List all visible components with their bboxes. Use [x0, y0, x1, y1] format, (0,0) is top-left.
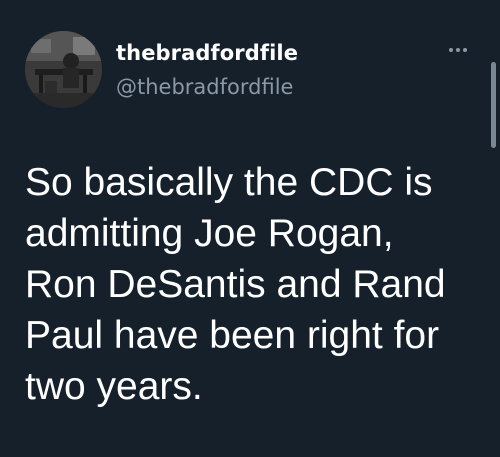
more-dots-icon	[463, 48, 467, 52]
more-options-button[interactable]	[438, 38, 478, 62]
author-info: thebradfordfile @thebradfordfile	[116, 40, 298, 100]
author-handle[interactable]: @thebradfordfile	[116, 74, 298, 100]
author-display-name[interactable]: thebradfordfile	[116, 40, 298, 66]
more-dots-icon	[456, 48, 460, 52]
tweet-card: thebradfordfile @thebradfordfile So basi…	[0, 0, 500, 457]
avatar[interactable]	[25, 31, 102, 108]
avatar-photo	[25, 31, 102, 108]
scrollbar-thumb[interactable]	[491, 62, 496, 148]
more-dots-icon	[449, 48, 453, 52]
tweet-text: So basically the CDC is admitting Joe Ro…	[25, 161, 446, 408]
